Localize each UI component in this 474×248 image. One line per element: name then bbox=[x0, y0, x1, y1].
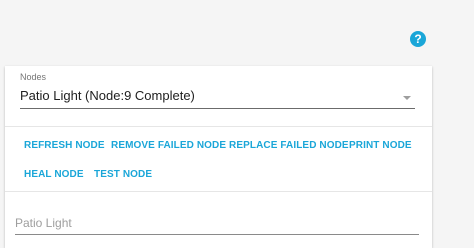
replace-failed-node-button[interactable]: REPLACE FAILED NODE bbox=[225, 136, 353, 155]
test-node-button[interactable]: TEST NODE bbox=[90, 165, 156, 184]
heal-node-button[interactable]: HEAL NODE bbox=[20, 165, 88, 184]
nodes-dropdown-label: Nodes bbox=[20, 72, 47, 82]
print-node-button[interactable]: PRINT NODE bbox=[345, 136, 416, 155]
refresh-node-button[interactable]: REFRESH NODE bbox=[20, 136, 109, 155]
zwave-node-management-panel: ? Nodes Patio Light (Node:9 Complete) RE… bbox=[0, 0, 474, 248]
help-icon[interactable]: ? bbox=[410, 31, 426, 47]
divider bbox=[5, 126, 432, 127]
nodes-dropdown[interactable]: Nodes Patio Light (Node:9 Complete) bbox=[20, 72, 415, 109]
nodes-dropdown-value: Patio Light (Node:9 Complete) bbox=[20, 88, 195, 103]
remove-failed-node-button[interactable]: REMOVE FAILED NODE bbox=[107, 136, 230, 155]
chevron-down-icon[interactable] bbox=[403, 96, 411, 100]
node-name-input[interactable]: Patio Light bbox=[15, 213, 419, 235]
node-card: Nodes Patio Light (Node:9 Complete) REFR… bbox=[5, 66, 432, 248]
node-name-placeholder: Patio Light bbox=[15, 216, 72, 230]
node-actions: REFRESH NODE REMOVE FAILED NODE REPLACE … bbox=[5, 129, 432, 193]
divider bbox=[5, 191, 432, 192]
